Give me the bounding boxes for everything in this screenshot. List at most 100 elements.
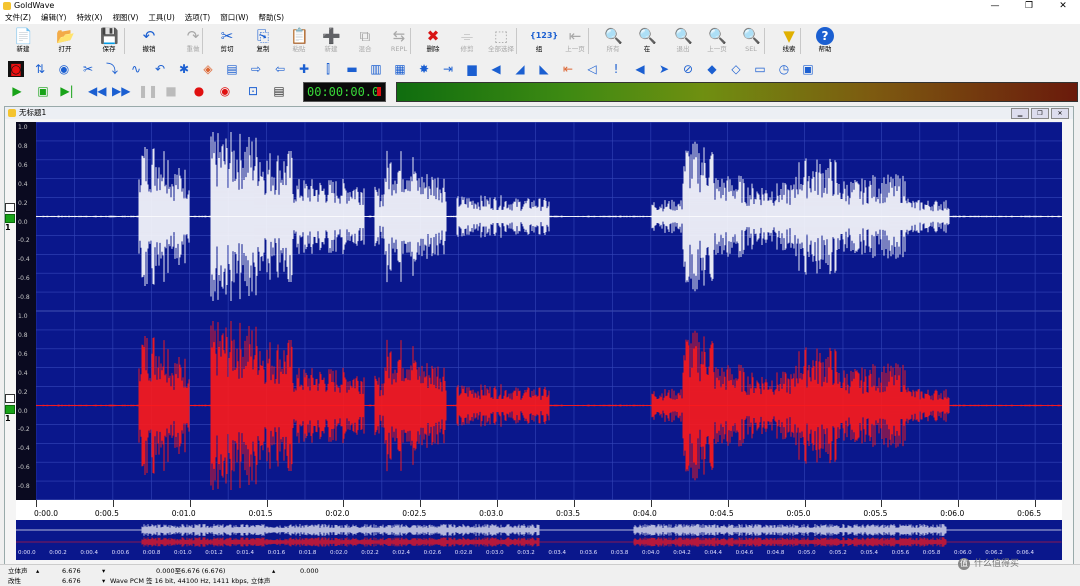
menu-effects[interactable]: 特效(X) (71, 12, 107, 24)
status-selection-arrow-icon[interactable]: ▴ (272, 566, 275, 576)
toolbar-button-4[interactable]: ↷ 重做 (176, 26, 210, 58)
status-channel-arrow-icon[interactable]: ▴ (36, 566, 39, 576)
effect-tool-24-icon[interactable]: ◁ (584, 61, 600, 77)
effect-tool-33-icon[interactable]: ▣ (800, 61, 816, 77)
record-icon[interactable]: ● (190, 83, 208, 100)
pause-icon[interactable]: ❚❚ (138, 83, 158, 100)
toolbar-button-21[interactable]: ▼ 线索 (772, 26, 806, 58)
toolbar-button-6[interactable]: ⎘ 复制 (246, 26, 280, 58)
effect-tool-18-icon[interactable]: ⇥ (440, 61, 456, 77)
toolbar-button-1[interactable]: 📂 打开 (48, 26, 82, 58)
effect-tool-2-icon[interactable]: ◉ (56, 61, 72, 77)
close-button[interactable]: ✕ (1046, 0, 1080, 12)
toolbar-button-3[interactable]: ↶ 撤销 (132, 26, 166, 58)
effect-tool-31-icon[interactable]: ▭ (752, 61, 768, 77)
toolbar-label-5: 剪切 (220, 45, 234, 53)
play-selection-icon[interactable]: ▣ (34, 83, 52, 100)
toolbar-button-14[interactable]: {123} 组 (522, 26, 558, 58)
toolbar-button-15[interactable]: ⇤ 上一页 (558, 26, 592, 58)
toolbar-button-22[interactable]: ? 帮助 (808, 26, 842, 58)
doc-restore-button[interactable]: ❐ (1031, 108, 1049, 119)
effect-tool-30-icon[interactable]: ◇ (728, 61, 744, 77)
timeline-tick (650, 500, 652, 507)
effect-tool-6-icon[interactable]: ↶ (152, 61, 168, 77)
effect-tool-5-icon[interactable]: ∿ (128, 61, 144, 77)
toolbar-button-8[interactable]: ➕ 新建 (314, 26, 348, 58)
effect-tool-11-icon[interactable]: ⇦ (272, 61, 288, 77)
effect-tool-8-icon[interactable]: ◈ (200, 61, 216, 77)
effect-tool-26-icon[interactable]: ◀ (632, 61, 648, 77)
effect-tool-27-icon[interactable]: ➤ (656, 61, 672, 77)
effect-tool-3-icon[interactable]: ✂ (80, 61, 96, 77)
menu-file[interactable]: 文件(Z) (0, 12, 36, 24)
effect-tool-0-icon[interactable]: ◙ (8, 61, 24, 77)
menu-edit[interactable]: 编辑(Y) (36, 12, 71, 24)
toolbar-button-11[interactable]: ✖ 删除 (416, 26, 450, 58)
toolbar-icon-6-icon: ⎘ (256, 27, 269, 45)
record-selection-icon[interactable]: ◉ (216, 83, 234, 100)
effect-tool-12-icon[interactable]: ✚ (296, 61, 312, 77)
toolbar-button-17[interactable]: 🔍 在 (630, 26, 664, 58)
effect-tool-21-icon[interactable]: ◢ (512, 61, 528, 77)
menu-help[interactable]: 帮助(S) (253, 12, 289, 24)
channel-1-enable-checkbox[interactable] (5, 214, 15, 223)
effect-tool-23-icon[interactable]: ⇤ (560, 61, 576, 77)
toolbar-button-12[interactable]: ⌯ 修剪 (450, 26, 484, 58)
toolbar-button-13[interactable]: ⬚ 全部选择 (484, 26, 518, 58)
menu-tools[interactable]: 工具(U) (143, 12, 179, 24)
doc-minimize-button[interactable]: ▁ (1011, 108, 1029, 119)
overview-label: 0:05.4 (860, 550, 878, 556)
channel-2-toggle-icon[interactable] (5, 394, 15, 403)
control-properties-icon[interactable]: ▤ (270, 83, 288, 100)
toolbar-button-19[interactable]: 🔍 上一页 (700, 26, 734, 58)
doc-close-button[interactable]: ✕ (1051, 108, 1069, 119)
effect-tool-7-icon[interactable]: ✱ (176, 61, 192, 77)
effect-tool-9-icon[interactable]: ▤ (224, 61, 240, 77)
toolbar-button-0[interactable]: 📄 新建 (6, 26, 40, 58)
effect-tool-4-icon[interactable]: ⤵ (104, 61, 120, 77)
minimize-button[interactable]: — (978, 0, 1012, 12)
effect-tool-10-icon[interactable]: ⇨ (248, 61, 264, 77)
toolbar-button-2[interactable]: 💾 保存 (92, 26, 126, 58)
effect-tool-32-icon[interactable]: ◷ (776, 61, 792, 77)
effect-tool-15-icon[interactable]: ▥ (368, 61, 384, 77)
maximize-button[interactable]: ❐ (1012, 0, 1046, 12)
status-duration-arrow-icon[interactable]: ▾ (102, 566, 105, 576)
effect-tool-1-icon[interactable]: ⇅ (32, 61, 48, 77)
play-to-end-icon[interactable]: ▶| (58, 83, 76, 100)
channel-2-enable-checkbox[interactable] (5, 405, 15, 414)
toolbar-button-5[interactable]: ✂ 剪切 (210, 26, 244, 58)
timeline-ruler[interactable]: 0:00.0 0:00.5 0:01.0 0:01.5 0:02.0 0:02.5 0:03… (16, 500, 1062, 520)
play-icon[interactable]: ▶ (8, 83, 26, 100)
toolbar-button-10[interactable]: ⇆ REPL (382, 26, 416, 58)
toolbar-button-18[interactable]: 🔍 退出 (666, 26, 700, 58)
toolbar-button-16[interactable]: 🔍 所有 (596, 26, 630, 58)
toolbar-button-9[interactable]: ⧉ 混合 (348, 26, 382, 58)
overview-label: 0:02.8 (454, 550, 473, 556)
menu-view[interactable]: 视图(V) (107, 12, 143, 24)
effect-tool-25-icon[interactable]: ! (608, 61, 624, 77)
effect-tool-19-icon[interactable]: ▆ (464, 61, 480, 77)
fast-forward-icon[interactable]: ▶▶ (112, 83, 130, 100)
effect-tool-29-icon[interactable]: ◆ (704, 61, 720, 77)
overview-bar[interactable]: 0:00.0 0:00.2 0:00.4 0:00.6 0:00.8 0:01.0 0:01… (15, 520, 1062, 560)
overview-label: 0:05.6 (891, 550, 910, 556)
menu-options[interactable]: 选项(T) (180, 12, 215, 24)
effect-tool-13-icon[interactable]: ⫿ (320, 61, 336, 77)
toolbar-button-7[interactable]: 📋 粘贴 (282, 26, 316, 58)
effect-tool-20-icon[interactable]: ◀ (488, 61, 504, 77)
effect-tool-17-icon[interactable]: ✸ (416, 61, 432, 77)
waveform-canvas[interactable] (36, 122, 1062, 500)
channel-1-toggle-icon[interactable] (5, 203, 15, 212)
effect-tool-14-icon[interactable]: ▬ (344, 61, 360, 77)
effect-tool-22-icon[interactable]: ◣ (536, 61, 552, 77)
overview-label: 0:04.2 (673, 550, 691, 556)
toolbar-button-20[interactable]: 🔍 SEL (734, 26, 768, 58)
stop-icon[interactable]: ■ (162, 83, 180, 100)
menu-window[interactable]: 窗口(W) (215, 12, 253, 24)
rewind-icon[interactable]: ◀◀ (88, 83, 106, 100)
monitor-icon[interactable]: ⊡ (244, 83, 262, 100)
effect-tool-16-icon[interactable]: ▦ (392, 61, 408, 77)
effect-tool-28-icon[interactable]: ⊘ (680, 61, 696, 77)
waveform-view[interactable] (36, 122, 1062, 500)
